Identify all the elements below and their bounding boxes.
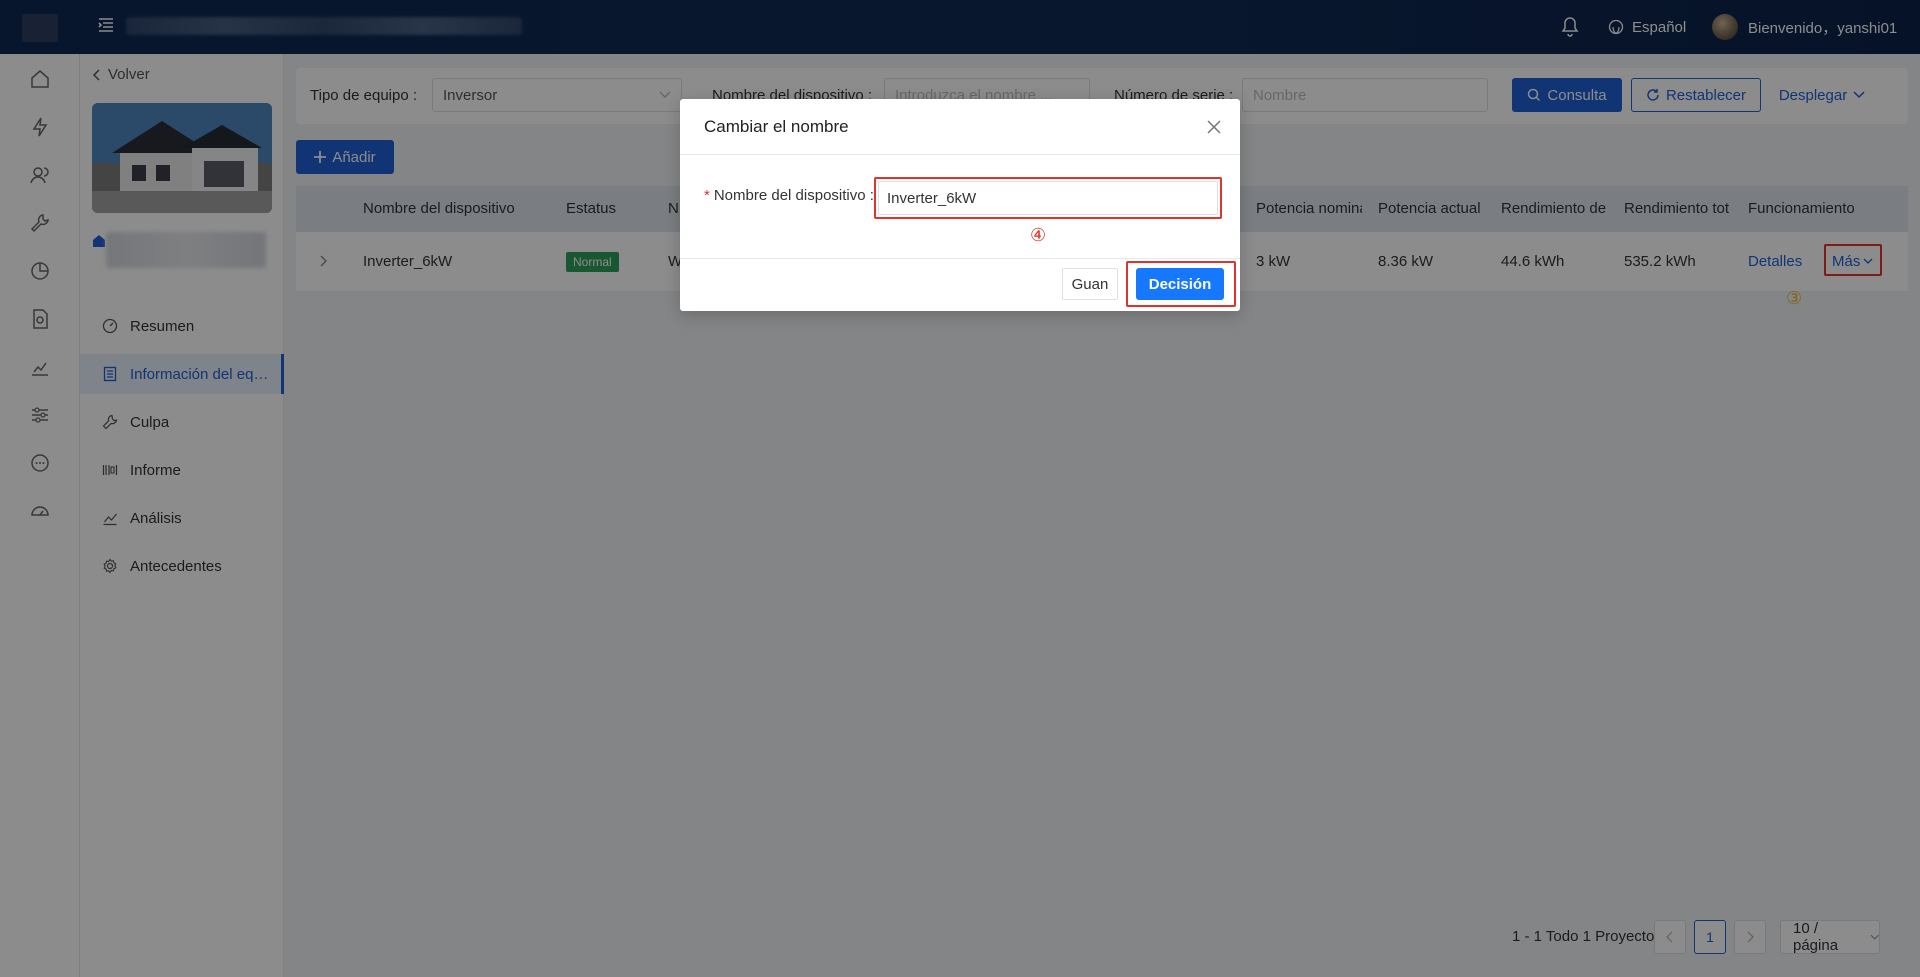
confirm-label: Decisión <box>1148 275 1212 293</box>
step-marker: ④ <box>1030 225 1047 245</box>
divider <box>680 258 1240 259</box>
field-label: * Nombre del dispositivo : <box>704 187 874 204</box>
device-name-field[interactable] <box>878 181 1218 215</box>
dialog-title: Cambiar el nombre <box>704 117 849 136</box>
divider <box>680 154 1240 155</box>
cancel-label: Guan <box>1071 275 1109 293</box>
confirm-button[interactable]: Decisión <box>1136 268 1224 300</box>
rename-dialog: Cambiar el nombre * Nombre del dispositiv… <box>680 99 1240 311</box>
field-label-text: Nombre del dispositivo : <box>713 187 874 204</box>
cancel-button[interactable]: Guan <box>1062 268 1118 300</box>
close-icon[interactable] <box>1206 119 1222 135</box>
